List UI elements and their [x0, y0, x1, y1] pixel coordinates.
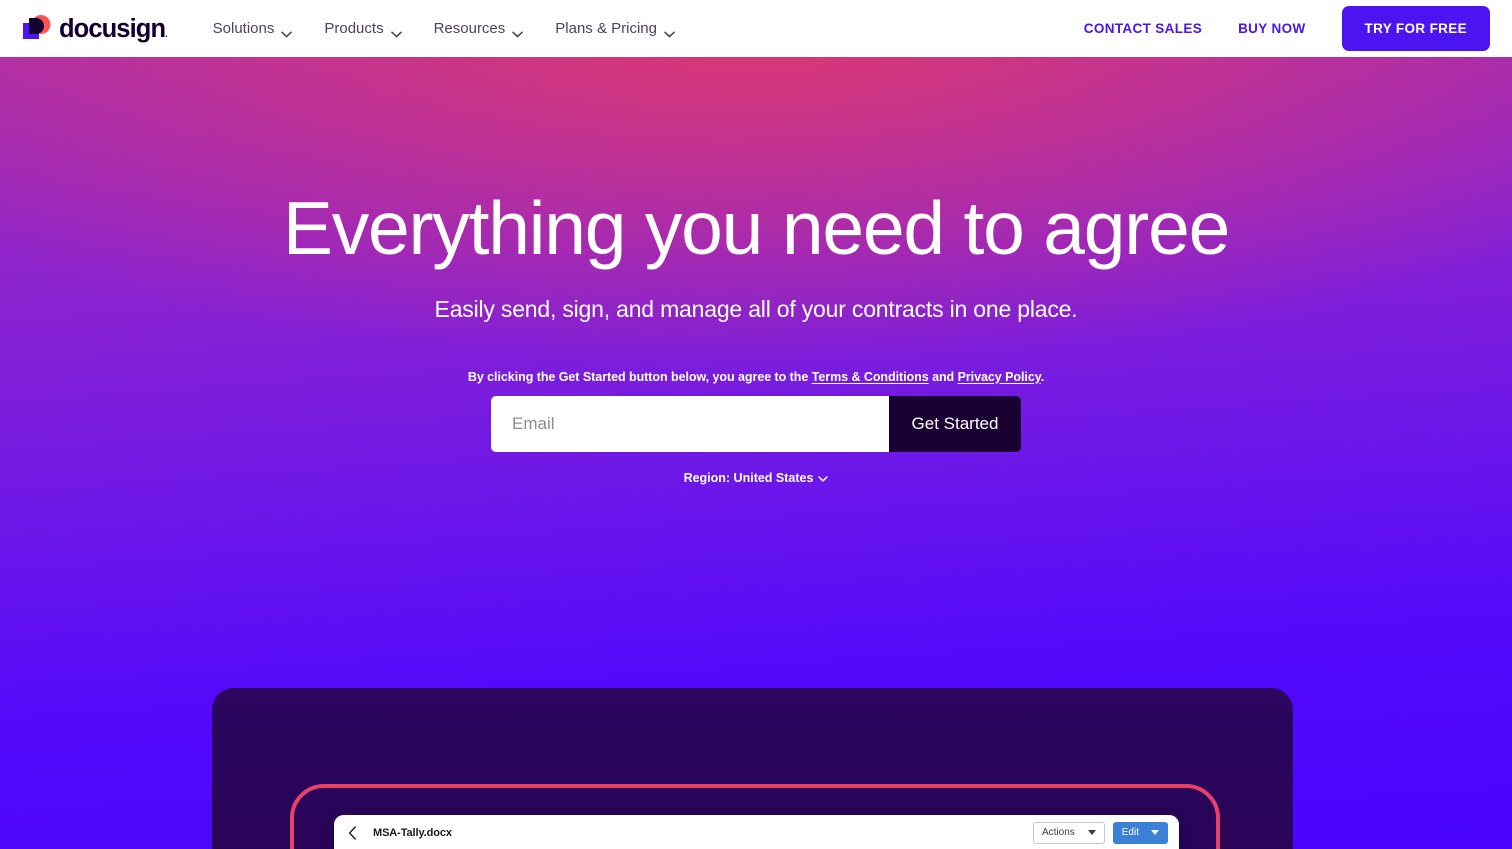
product-showcase-card: MSA-Tally.docx Actions Edit [212, 688, 1293, 849]
chevron-down-icon [818, 471, 829, 485]
privacy-policy-link[interactable]: Privacy Policy [958, 370, 1041, 384]
edit-dropdown-button[interactable]: Edit [1112, 821, 1168, 844]
signup-form: Get Started [491, 395, 1021, 452]
actions-dropdown-button[interactable]: Actions [1032, 821, 1105, 844]
docusign-logo[interactable]: docusign. [22, 14, 168, 43]
docusign-wordmark: docusign. [59, 14, 168, 43]
nav-item-label: Plans & Pricing [555, 20, 657, 37]
docusign-logo-mark-icon [22, 14, 52, 43]
chevron-down-icon [664, 25, 675, 38]
caret-down-icon [1087, 830, 1096, 835]
nav-item-label: Resources [433, 20, 506, 37]
contact-sales-link[interactable]: CONTACT SALES [1066, 11, 1220, 46]
nav-item-products[interactable]: Products [308, 12, 417, 45]
nav-item-solutions[interactable]: Solutions [197, 12, 309, 45]
nav-item-label: Solutions [212, 20, 275, 37]
hero-section: Everything you need to agree Easily send… [0, 57, 1512, 849]
nav-actions: CONTACT SALES BUY NOW TRY FOR FREE [1066, 6, 1490, 51]
terms-suffix-text: . [1040, 369, 1045, 384]
region-label: Region: United States [683, 470, 814, 485]
terms-middle-text: and [928, 369, 958, 384]
chevron-down-icon [390, 25, 402, 38]
app-toolbar: MSA-Tally.docx Actions Edit [334, 815, 1179, 849]
page-title: Everything you need to agree [282, 186, 1230, 270]
buy-now-link[interactable]: BUY NOW [1220, 11, 1323, 46]
get-started-button[interactable]: Get Started [889, 395, 1021, 452]
nav-item-label: Products [324, 20, 384, 37]
primary-nav-links: Solutions Products Resources Plans & Pri… [197, 12, 691, 45]
document-filename: MSA-Tally.docx [373, 826, 452, 839]
back-chevron-icon[interactable] [348, 825, 357, 840]
region-selector[interactable]: Region: United States [684, 471, 829, 485]
nav-item-resources[interactable]: Resources [418, 12, 540, 45]
terms-prefix-text: By clicking the Get Started button below… [467, 369, 812, 384]
hero-content: Everything you need to agree Easily send… [0, 186, 1512, 487]
chevron-down-icon [281, 25, 293, 38]
try-for-free-button[interactable]: TRY FOR FREE [1341, 6, 1490, 51]
terms-disclaimer: By clicking the Get Started button below… [0, 370, 1512, 384]
app-toolbar-actions: Actions Edit [1032, 821, 1168, 844]
edit-button-label: Edit [1121, 827, 1139, 838]
terms-and-conditions-link[interactable]: Terms & Conditions [812, 370, 929, 384]
caret-down-icon [1151, 830, 1159, 835]
chevron-down-icon [512, 25, 524, 38]
actions-button-label: Actions [1041, 827, 1075, 838]
nav-item-plans-pricing[interactable]: Plans & Pricing [539, 12, 691, 45]
hero-subtitle: Easily send, sign, and manage all of you… [434, 295, 1078, 322]
email-input[interactable] [491, 395, 889, 452]
app-window-mockup: MSA-Tally.docx Actions Edit [334, 815, 1179, 849]
top-navigation-bar: docusign. Solutions Products Resources P… [0, 0, 1512, 57]
